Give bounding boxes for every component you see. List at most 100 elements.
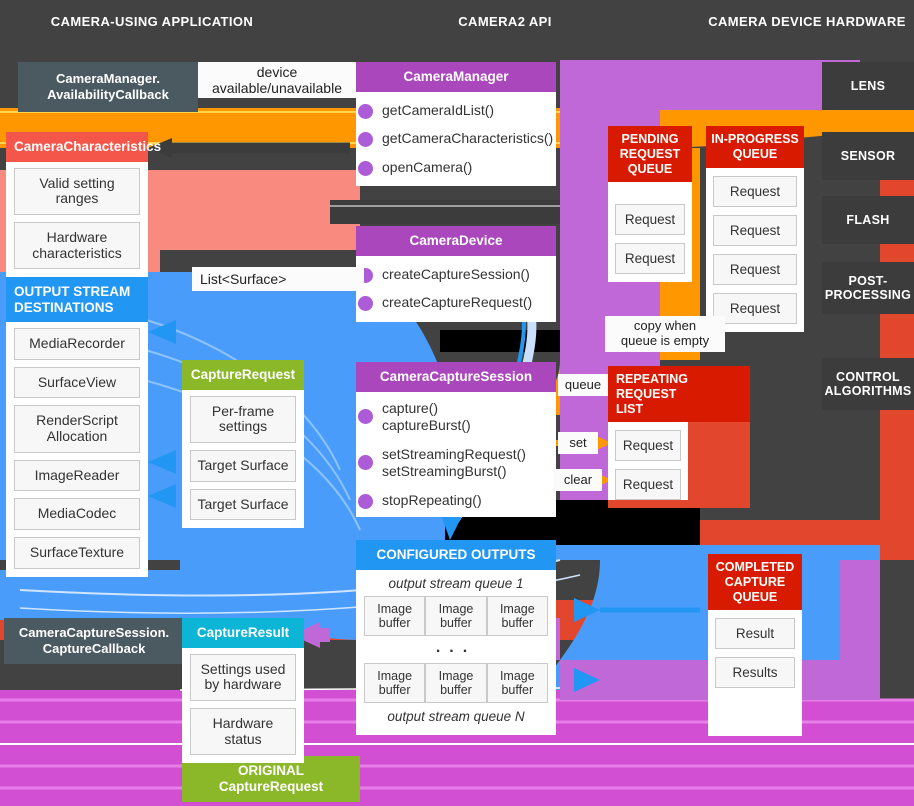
image-buffer-l2: buffer	[378, 615, 411, 630]
image-buffer-l1: Image	[438, 601, 474, 616]
method-capture-burst-label: captureBurst()	[382, 417, 471, 434]
card-title-output-stream-destinations: OUTPUT STREAM DESTINATIONS	[6, 277, 148, 323]
method-open-camera[interactable]: openCamera()	[358, 159, 548, 177]
queue-title-completed-capture: COMPLETED CAPTURE QUEUE	[708, 554, 802, 611]
capture-callback-line1: CameraCaptureSession.	[18, 625, 170, 641]
target-surface-2-label: Target Surface	[197, 495, 289, 512]
copy-when-queue-empty-tag: copy when queue is empty	[605, 316, 725, 352]
set-tag-label: set	[569, 434, 587, 450]
hardware-post-processing: POST- PROCESSING	[822, 262, 914, 314]
device-availability-line2: available/unavailable	[212, 80, 342, 96]
queue-item-request: Request	[713, 292, 797, 324]
method-capture-burst[interactable]: capture() captureBurst()	[358, 399, 548, 435]
repeating-title-l3: LIST	[616, 401, 644, 416]
output-stream-title-l2: DESTINATIONS	[14, 299, 114, 315]
dest-media-codec[interactable]: MediaCodec	[14, 498, 140, 531]
card-title-camera-device: CameraDevice	[356, 226, 556, 256]
card-title-camera-manager: CameraManager	[356, 62, 556, 92]
image-buffer: Image buffer	[486, 662, 548, 703]
image-buffer: Image buffer	[364, 662, 426, 703]
per-frame-settings-l2: settings	[218, 418, 268, 435]
method-get-camera-characteristics[interactable]: getCameraCharacteristics()	[358, 130, 553, 148]
pending-title-l3: QUEUE	[627, 161, 673, 176]
availability-callback-line1: CameraManager.	[55, 71, 161, 87]
method-get-camera-characteristics-label: getCameraCharacteristics()	[382, 130, 554, 147]
completed-title-l2: CAPTURE	[724, 574, 786, 589]
queue-body-in-progress: Request Request Request Request	[706, 168, 804, 324]
dest-image-reader-label: ImageReader	[34, 466, 120, 483]
card-body-capture-result: Settings used by hardware Hardware statu…	[182, 648, 304, 764]
hardware-sensor-label: SENSOR	[840, 148, 896, 163]
card-title-configured-outputs: CONFIGURED OUTPUTS	[356, 540, 556, 570]
method-create-capture-request-label: createCaptureRequest()	[382, 294, 533, 311]
queue-item-request: Request	[615, 469, 681, 501]
queue-body-pending-request: Request Request	[608, 182, 692, 275]
method-get-camera-id-list-label: getCameraIdList()	[382, 101, 495, 118]
set-tag: set	[558, 432, 598, 454]
valid-setting-ranges-l1: Valid setting	[39, 174, 115, 191]
dest-renderscript-l2: Allocation	[46, 428, 108, 445]
image-buffer: Image buffer	[425, 595, 487, 636]
card-title-capture-request: CaptureRequest	[182, 360, 304, 390]
output-stream-queue-last-label: output stream queue N	[387, 708, 525, 724]
method-dot-icon	[358, 296, 373, 312]
method-dot-icon	[358, 493, 373, 509]
method-set-streaming[interactable]: setStreamingRequest() setStreamingBurst(…	[358, 446, 548, 481]
settings-used-l2: by hardware	[204, 676, 282, 693]
queue-body-repeating-request-list: Request Request	[608, 422, 688, 501]
camera-manager-availability-callback: CameraManager. AvailabilityCallback	[18, 62, 198, 112]
queue-title-pending-request: PENDING REQUEST QUEUE	[608, 126, 692, 183]
queue-completed-capture: COMPLETED CAPTURE QUEUE Result Results	[708, 554, 802, 737]
target-surface-1-label: Target Surface	[197, 456, 289, 473]
device-availability-line1: device	[256, 63, 298, 80]
hardware-sensor: SENSOR	[822, 132, 914, 180]
card-title-camera-capture-session: CameraCaptureSession	[356, 362, 556, 392]
settings-used-l1: Settings used	[200, 660, 286, 677]
image-buffer-l1: Image	[377, 668, 413, 683]
queue-in-progress: IN-PROGRESS QUEUE Request Request Reques…	[706, 126, 804, 332]
image-buffer-l2: buffer	[440, 682, 472, 697]
method-get-camera-id-list[interactable]: getCameraIdList()	[358, 101, 548, 120]
image-buffer-l1: Image	[438, 668, 474, 683]
queue-item-request: Request	[713, 175, 797, 207]
dest-surface-texture[interactable]: SurfaceTexture	[14, 537, 140, 569]
card-capture-result: CaptureResult Settings used by hardware …	[182, 618, 304, 764]
card-capture-request: CaptureRequest Per-frame settings Target…	[182, 360, 304, 529]
image-buffer-l1: Image	[499, 668, 535, 683]
method-capture-label: capture()	[382, 399, 439, 416]
card-configured-outputs: CONFIGURED OUTPUTS output stream queue 1…	[356, 540, 556, 735]
image-buffer: Image buffer	[486, 595, 548, 636]
hardware-flash-label: FLASH	[846, 212, 890, 227]
dest-surface-view[interactable]: SurfaceView	[14, 366, 140, 399]
image-buffer-l2: buffer	[501, 615, 534, 630]
header-camera2-api: CAMERA2 API	[458, 14, 552, 29]
method-create-capture-session-label: createCaptureSession()	[382, 265, 530, 282]
card-camera-characteristics: CameraCharacteristics Valid setting rang…	[6, 132, 161, 278]
camera2-architecture-diagram: CAMERA-USING APPLICATION CAMERA2 API CAM…	[0, 0, 914, 806]
hardware-post-processing-l2: PROCESSING	[824, 288, 912, 302]
card-output-stream-destinations: OUTPUT STREAM DESTINATIONS MediaRecorder…	[6, 277, 148, 577]
card-camera-capture-session: CameraCaptureSession capture() captureBu…	[356, 362, 556, 518]
camera-capture-session-capture-callback: CameraCaptureSession. CaptureCallback	[4, 618, 184, 664]
per-frame-settings-l1: Per-frame	[211, 402, 275, 419]
queue-title-in-progress: IN-PROGRESS QUEUE	[706, 126, 804, 168]
dest-surface-view-label: SurfaceView	[37, 373, 117, 390]
hardware-characteristics-l1: Hardware	[46, 228, 108, 245]
availability-callback-line2: AvailabilityCallback	[47, 87, 169, 102]
method-create-capture-request[interactable]: createCaptureRequest()	[358, 294, 548, 312]
method-stop-repeating[interactable]: stopRepeating()	[358, 492, 548, 510]
header-camera-using-application: CAMERA-USING APPLICATION	[50, 14, 254, 29]
dest-render-script-allocation[interactable]: RenderScript Allocation	[14, 405, 140, 453]
method-create-capture-session[interactable]: createCaptureSession()	[358, 265, 548, 284]
card-title-camera-characteristics: CameraCharacteristics	[6, 132, 161, 162]
clear-tag: clear	[554, 469, 602, 491]
pending-title-l1: PENDING	[621, 132, 679, 146]
queue-item-results: Results	[715, 657, 795, 689]
image-buffer-l2: buffer	[501, 682, 534, 697]
clear-tag-label: clear	[563, 471, 593, 487]
method-dot-icon	[358, 132, 373, 148]
card-body-configured-outputs: output stream queue 1 Image buffer Image…	[356, 570, 556, 735]
dest-image-reader[interactable]: ImageReader	[14, 459, 140, 492]
image-buffer-l1: Image	[499, 601, 535, 616]
dest-media-recorder[interactable]: MediaRecorder	[14, 328, 140, 360]
